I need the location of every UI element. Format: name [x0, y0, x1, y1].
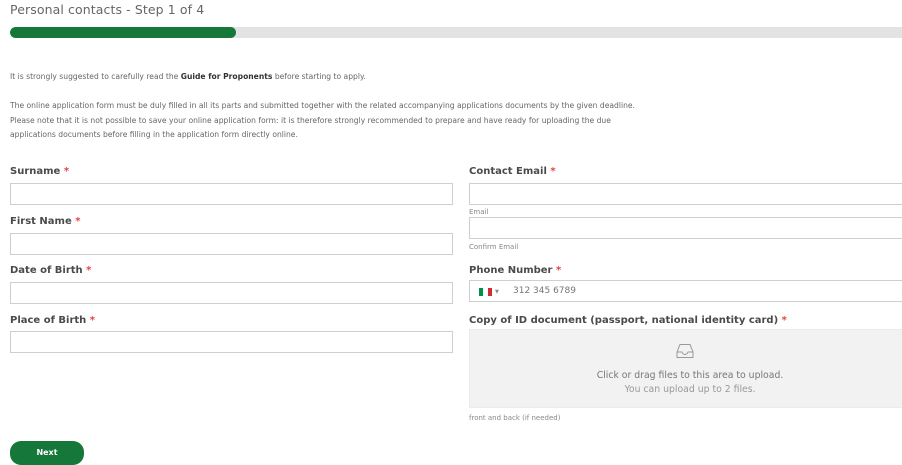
- date-of-birth-input[interactable]: [10, 282, 453, 304]
- required-marker: *: [555, 265, 562, 276]
- place-of-birth-input[interactable]: [10, 331, 453, 353]
- first-name-input[interactable]: [10, 233, 453, 255]
- required-marker: *: [75, 216, 81, 227]
- required-marker: *: [63, 166, 70, 177]
- phone-placeholder: 312 345 6789: [513, 286, 576, 296]
- progress-bar: [10, 27, 902, 38]
- guide-link[interactable]: Guide for Proponents: [181, 72, 273, 81]
- first-name-label-text: First Name: [10, 216, 72, 227]
- email-hint: Email: [469, 208, 489, 216]
- place-of-birth-label: Place of Birth *: [10, 315, 95, 326]
- contact-email-label: Contact Email *: [469, 166, 556, 177]
- id-document-label: Copy of ID document (passport, national …: [469, 315, 787, 326]
- required-marker: *: [89, 315, 95, 326]
- required-marker: *: [781, 315, 787, 326]
- first-name-label: First Name *: [10, 216, 80, 227]
- dropzone-text: Click or drag files to this area to uplo…: [596, 370, 784, 381]
- instructions-line-3: applications documents before filling in…: [10, 130, 298, 139]
- confirm-email-hint: Confirm Email: [469, 243, 519, 251]
- phone-input[interactable]: ▼ 312 345 6789: [469, 280, 902, 302]
- email-input[interactable]: [469, 183, 902, 205]
- contact-email-label-text: Contact Email: [469, 166, 547, 177]
- required-marker: *: [550, 166, 556, 177]
- surname-label-text: Surname: [10, 166, 61, 177]
- surname-label: Surname *: [10, 166, 69, 177]
- date-of-birth-label-text: Date of Birth: [10, 265, 83, 276]
- inbox-icon: [676, 344, 694, 358]
- required-marker: *: [86, 265, 92, 276]
- confirm-email-input[interactable]: [469, 217, 902, 239]
- date-of-birth-label: Date of Birth *: [10, 265, 91, 276]
- flag-stripe-red: [487, 288, 492, 296]
- intro-text-before: It is strongly suggested to carefully re…: [10, 72, 181, 81]
- country-selector[interactable]: ▼: [479, 288, 499, 296]
- intro-text-after: before starting to apply.: [272, 72, 366, 81]
- instructions-line-1: The online application form must be duly…: [10, 101, 635, 110]
- id-document-label-text: Copy of ID document (passport, national …: [469, 315, 779, 326]
- caret-down-icon: ▼: [495, 289, 499, 295]
- place-of-birth-label-text: Place of Birth: [10, 315, 87, 326]
- instructions-paragraph: The online application form must be duly…: [10, 99, 902, 143]
- intro-text: It is strongly suggested to carefully re…: [10, 72, 366, 81]
- upload-dropzone[interactable]: Click or drag files to this area to uplo…: [469, 329, 902, 408]
- surname-input[interactable]: [10, 183, 453, 205]
- next-button[interactable]: Next: [10, 441, 84, 465]
- dropzone-hint: You can upload up to 2 files.: [624, 384, 756, 395]
- phone-number-label-text: Phone Number: [469, 265, 553, 276]
- instructions-line-2: Please note that it is not possible to s…: [10, 115, 611, 125]
- progress-bar-fill: [10, 27, 236, 38]
- italy-flag-icon: [479, 288, 492, 296]
- id-document-hint: front and back (if needed): [469, 414, 561, 422]
- step-title: Personal contacts - Step 1 of 4: [10, 2, 205, 17]
- phone-number-label: Phone Number *: [469, 265, 561, 276]
